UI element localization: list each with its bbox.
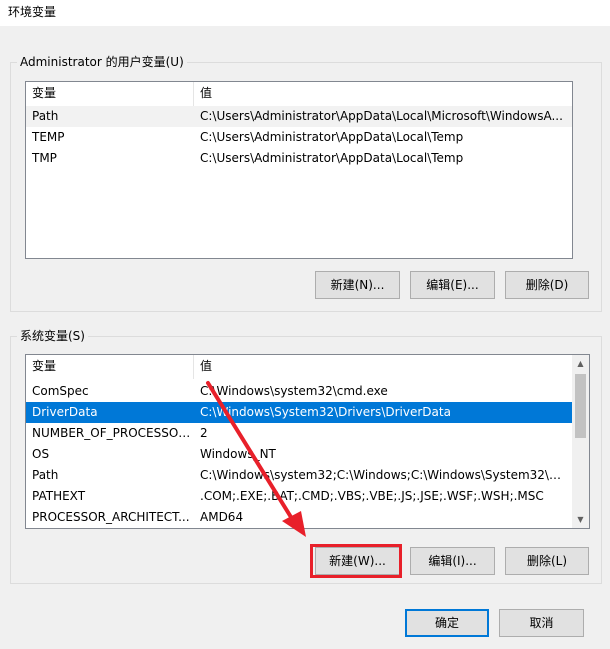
user-variables-list[interactable]: 变量 值 Path C:\Users\Administrator\AppData… [25,81,573,259]
scroll-up-icon[interactable]: ▲ [572,355,589,372]
variable-name: Path [32,109,59,123]
table-row[interactable]: ComSpec C:\Windows\system32\cmd.exe [26,381,572,402]
variable-name: OS [32,447,50,461]
system-edit-button[interactable]: 编辑(I)... [410,547,495,575]
system-delete-button[interactable]: 删除(L) [505,547,589,575]
variable-value: 2 [200,426,208,440]
variable-name: TMP [32,151,57,165]
window-title: 环境变量 [8,5,57,19]
user-new-button[interactable]: 新建(N)... [315,271,400,299]
column-header-name[interactable]: 变量 [26,355,194,379]
table-row[interactable]: PATHEXT .COM;.EXE;.BAT;.CMD;.VBS;.VBE;.J… [26,486,572,507]
variable-name: PATHEXT [32,489,86,503]
variable-name: Path [32,468,59,482]
annotation-highlight-box [310,544,402,578]
table-row[interactable]: Path C:\Windows\system32;C:\Windows;C:\W… [26,465,572,486]
column-header-name[interactable]: 变量 [26,82,194,106]
variable-name: ComSpec [32,384,89,398]
table-row[interactable]: TMP C:\Users\Administrator\AppData\Local… [26,148,572,169]
table-row[interactable]: PROCESSOR_ARCHITECT... AMD64 [26,507,572,528]
variable-value: C:\Windows\system32;C:\Windows;C:\Window… [200,468,570,482]
scrollbar-thumb[interactable] [575,374,586,438]
variable-value: AMD64 [200,510,244,524]
title-bar: 环境变量 [0,0,610,26]
user-variables-label: Administrator 的用户变量(U) [17,54,187,70]
variable-value: C:\Users\Administrator\AppData\Local\Mic… [200,109,563,123]
column-header-value[interactable]: 值 [194,355,572,379]
vertical-scrollbar[interactable]: ▲ ▼ [572,355,589,528]
list-header: 变量 值 [26,355,572,379]
system-variables-list[interactable]: 变量 值 ComSpec C:\Windows\system32\cmd.exe… [25,354,590,529]
ok-button[interactable]: 确定 [405,609,489,637]
table-row[interactable]: OS Windows_NT [26,444,572,465]
variable-name: DriverData [32,405,98,419]
variable-value: .COM;.EXE;.BAT;.CMD;.VBS;.VBE;.JS;.JSE;.… [200,489,544,503]
variable-name: PROCESSOR_ARCHITECT... [32,510,190,524]
variable-name: NUMBER_OF_PROCESSORS [32,426,194,440]
column-header-value[interactable]: 值 [194,82,572,106]
user-edit-button[interactable]: 编辑(E)... [410,271,495,299]
table-row[interactable]: NUMBER_OF_PROCESSORS 2 [26,423,572,444]
variable-value: C:\Users\Administrator\AppData\Local\Tem… [200,130,464,144]
table-row[interactable]: TEMP C:\Users\Administrator\AppData\Loca… [26,127,572,148]
variable-name: TEMP [32,130,65,144]
table-row-selected[interactable]: DriverData C:\Windows\System32\Drivers\D… [26,402,572,423]
variable-value: C:\Windows\System32\Drivers\DriverData [200,405,451,419]
table-row[interactable]: Path C:\Users\Administrator\AppData\Loca… [26,106,572,127]
list-header: 变量 值 [26,82,572,106]
user-delete-button[interactable]: 删除(D) [505,271,589,299]
scroll-down-icon[interactable]: ▼ [572,511,589,528]
system-variables-label: 系统变量(S) [17,328,88,344]
variable-value: C:\Users\Administrator\AppData\Local\Tem… [200,151,464,165]
variable-value: Windows_NT [200,447,276,461]
variable-value: C:\Windows\system32\cmd.exe [200,384,388,398]
cancel-button[interactable]: 取消 [499,609,584,637]
